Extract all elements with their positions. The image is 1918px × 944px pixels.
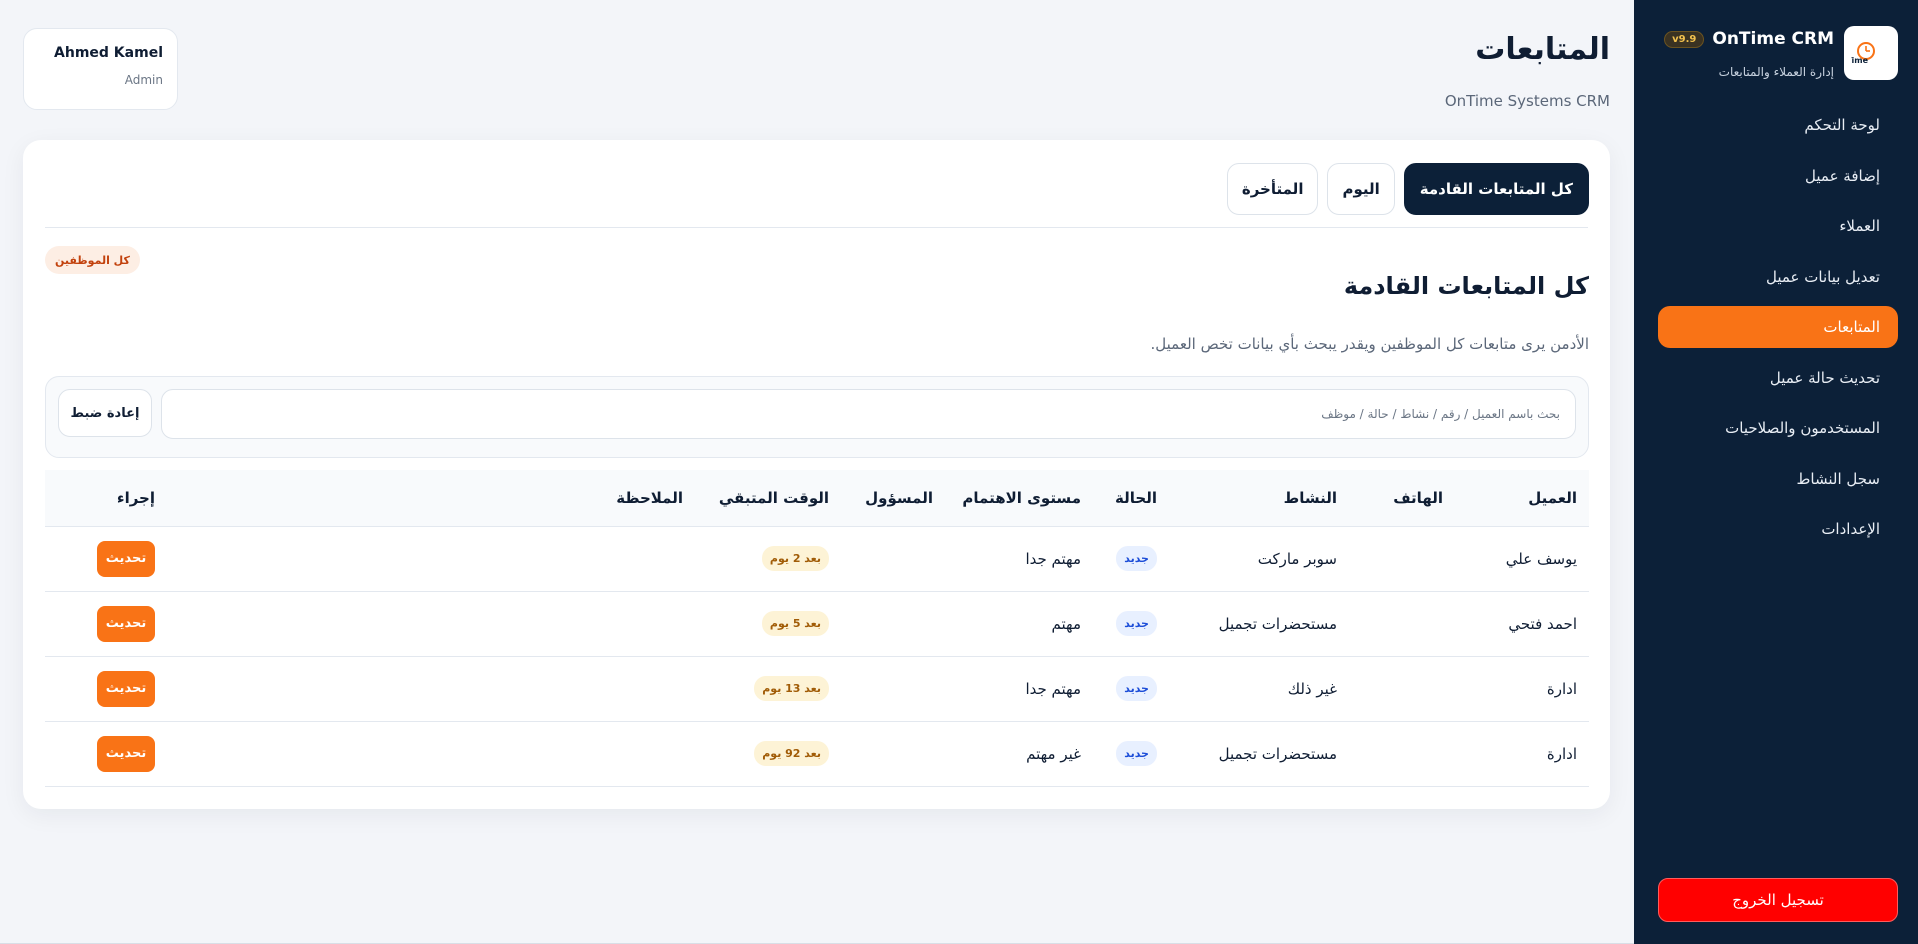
owner — [841, 656, 945, 722]
status-badge: جديد — [1116, 676, 1157, 701]
client-activity: سوبر ماركت — [1169, 526, 1349, 592]
table-row: ادارة غير ذلك جديد مهتم جدا بعد 13 يوم ت… — [45, 656, 1589, 722]
column-header: الهاتف — [1349, 470, 1455, 527]
brand-title-row: OnTime CRM v9.9 — [1664, 29, 1834, 49]
interest-level: مهتم جدا — [945, 526, 1093, 592]
sidebar-item-edit-client[interactable]: تعديل بيانات عميل — [1658, 256, 1898, 298]
sidebar-item-settings[interactable]: الإعدادات — [1658, 508, 1898, 550]
remaining-time-badge: بعد 5 يوم — [761, 611, 829, 636]
logout-button[interactable]: تسجيل الخروج — [1658, 878, 1898, 922]
update-button[interactable]: تحديث — [97, 735, 155, 772]
note — [167, 721, 695, 787]
client-phone — [1349, 526, 1455, 592]
client-name: يوسف علي — [1455, 526, 1589, 592]
update-button[interactable]: تحديث — [97, 670, 155, 707]
column-header: المسؤول — [841, 470, 945, 527]
remaining-time-badge: بعد 13 يوم — [754, 676, 829, 701]
tabs-divider — [45, 227, 1588, 228]
sidebar: Time OnTime CRM v9.9 إدارة العملاء والمت… — [1634, 0, 1918, 944]
brand-name: OnTime CRM — [1712, 29, 1834, 49]
status-badge: جديد — [1116, 741, 1157, 766]
followups-table: العميل الهاتف النشاط الحالة مستوى الاهتم… — [45, 470, 1589, 787]
remaining-time-badge: بعد 92 يوم — [754, 741, 829, 766]
status-badge: جديد — [1116, 611, 1157, 636]
sidebar-item-add-client[interactable]: إضافة عميل — [1658, 155, 1898, 197]
note — [167, 526, 695, 592]
clock-logo-icon: Time — [1851, 42, 1875, 65]
tab-all-upcoming[interactable]: كل المتابعات القادمة — [1403, 163, 1589, 215]
table-header-row: العميل الهاتف النشاط الحالة مستوى الاهتم… — [45, 470, 1589, 527]
interest-level: مهتم جدا — [945, 656, 1093, 722]
column-header: العميل — [1455, 470, 1589, 527]
page-subtitle: OnTime Systems CRM — [1444, 92, 1610, 110]
owner — [841, 721, 945, 787]
brand-logo: Time — [1844, 26, 1898, 80]
sidebar-item-activity-log[interactable]: سجل النشاط — [1658, 458, 1898, 500]
brand: Time OnTime CRM v9.9 إدارة العملاء والمت… — [1652, 26, 1898, 82]
client-phone — [1349, 656, 1455, 722]
client-activity: مستحضرات تجميل — [1169, 721, 1349, 787]
interest-level: مهتم — [945, 591, 1093, 657]
search-input[interactable] — [161, 389, 1576, 439]
table-row: ادارة مستحضرات تجميل جديد غير مهتم بعد 9… — [45, 721, 1589, 787]
section-title: كل المتابعات القادمة — [1343, 272, 1589, 300]
version-badge: v9.9 — [1664, 30, 1705, 48]
tab-today[interactable]: اليوم — [1327, 163, 1395, 215]
remaining-time-badge: بعد 2 يوم — [761, 546, 829, 571]
client-activity: غير ذلك — [1169, 656, 1349, 722]
client-name: احمد فتحي — [1455, 591, 1589, 657]
user-name: Ahmed Kamel — [54, 45, 163, 61]
owner — [841, 591, 945, 657]
column-header: مستوى الاهتمام — [945, 470, 1093, 527]
followups-card: كل المتابعات القادمة اليوم المتأخرة كل ا… — [23, 140, 1610, 809]
column-header: إجراء — [45, 470, 167, 527]
sidebar-item-update-status[interactable]: تحديث حالة عميل — [1658, 357, 1898, 399]
column-header: النشاط — [1169, 470, 1349, 527]
note — [167, 656, 695, 722]
tab-overdue[interactable]: المتأخرة — [1226, 163, 1319, 215]
update-button[interactable]: تحديث — [97, 605, 155, 642]
client-phone — [1349, 721, 1455, 787]
sidebar-item-clients[interactable]: العملاء — [1658, 205, 1898, 247]
column-header: الوقت المتبقي — [695, 470, 841, 527]
brand-subtitle: إدارة العملاء والمتابعات — [1718, 65, 1834, 79]
user-card[interactable]: Ahmed Kamel Admin — [23, 28, 178, 110]
sidebar-nav: لوحة التحكم إضافة عميل العملاء تعديل بيا… — [1658, 104, 1898, 559]
sidebar-item-followups[interactable]: المتابعات — [1658, 306, 1898, 348]
reset-button[interactable]: إعادة ضبط — [58, 389, 152, 437]
column-header: الملاحظة — [167, 470, 695, 527]
followup-tabs: كل المتابعات القادمة اليوم المتأخرة — [1226, 163, 1589, 215]
user-role: Admin — [124, 73, 163, 87]
table-row: يوسف علي سوبر ماركت جديد مهتم جدا بعد 2 … — [45, 526, 1589, 592]
page-title: المتابعات — [1475, 32, 1610, 67]
status-badge: جديد — [1116, 546, 1157, 571]
table-row: احمد فتحي مستحضرات تجميل جديد مهتم بعد 5… — [45, 591, 1589, 657]
owner — [841, 526, 945, 592]
sidebar-item-dashboard[interactable]: لوحة التحكم — [1658, 104, 1898, 146]
interest-level: غير مهتم — [945, 721, 1093, 787]
note — [167, 591, 695, 657]
svg-text:Time: Time — [1851, 56, 1869, 65]
section-description: الأدمن يرى متابعات كل الموظفين ويقدر يبح… — [1150, 335, 1590, 353]
sidebar-item-users[interactable]: المستخدمون والصلاحيات — [1658, 407, 1898, 449]
column-header: الحالة — [1093, 470, 1169, 527]
search-panel: إعادة ضبط — [45, 376, 1589, 458]
client-phone — [1349, 591, 1455, 657]
update-button[interactable]: تحديث — [97, 540, 155, 577]
client-activity: مستحضرات تجميل — [1169, 591, 1349, 657]
client-name: ادارة — [1455, 656, 1589, 722]
client-name: ادارة — [1455, 721, 1589, 787]
all-staff-badge: كل الموظفين — [45, 246, 140, 274]
